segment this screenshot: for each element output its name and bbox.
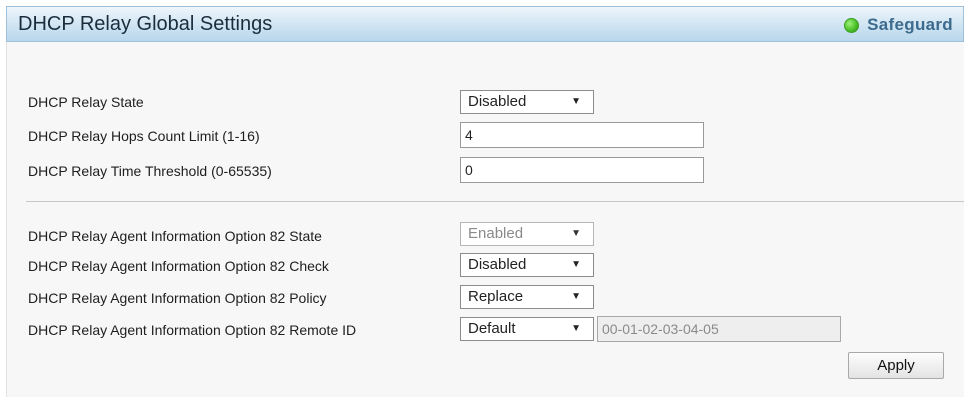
apply-button[interactable]: Apply bbox=[848, 352, 944, 379]
time-threshold-input[interactable]: 0 bbox=[460, 157, 704, 183]
safeguard-indicator: Safeguard bbox=[844, 15, 953, 35]
remote-id-mac-input[interactable]: 00-01-02-03-04-05 bbox=[597, 316, 841, 342]
page-title: DHCP Relay Global Settings bbox=[18, 13, 273, 35]
option82-remote-id-value: Default bbox=[468, 320, 516, 337]
option82-state-select[interactable]: Enabled ▼ bbox=[460, 222, 594, 246]
chevron-down-icon: ▼ bbox=[571, 96, 581, 107]
relay-state-label: DHCP Relay State bbox=[28, 94, 144, 110]
option82-policy-label: DHCP Relay Agent Information Option 82 P… bbox=[28, 290, 327, 306]
relay-state-value: Disabled bbox=[468, 93, 527, 110]
page-header: DHCP Relay Global Settings Safeguard bbox=[6, 6, 964, 42]
relay-state-select[interactable]: Disabled ▼ bbox=[460, 90, 594, 114]
option82-remote-id-select[interactable]: Default ▼ bbox=[460, 317, 594, 341]
hops-count-label: DHCP Relay Hops Count Limit (1-16) bbox=[28, 128, 260, 144]
safeguard-label: Safeguard bbox=[867, 15, 953, 34]
chevron-down-icon: ▼ bbox=[571, 323, 581, 334]
option82-state-label: DHCP Relay Agent Information Option 82 S… bbox=[28, 228, 322, 244]
chevron-down-icon: ▼ bbox=[571, 228, 581, 239]
safeguard-status-icon bbox=[844, 17, 860, 33]
section-divider bbox=[26, 201, 964, 202]
hops-count-input[interactable]: 4 bbox=[460, 122, 704, 148]
option82-state-value: Enabled bbox=[468, 225, 524, 242]
option82-check-select[interactable]: Disabled ▼ bbox=[460, 253, 594, 277]
option82-policy-value: Replace bbox=[468, 288, 524, 305]
chevron-down-icon: ▼ bbox=[571, 291, 581, 302]
chevron-down-icon: ▼ bbox=[571, 259, 581, 270]
option82-check-label: DHCP Relay Agent Information Option 82 C… bbox=[28, 258, 329, 274]
time-threshold-label: DHCP Relay Time Threshold (0-65535) bbox=[28, 163, 272, 179]
option82-check-value: Disabled bbox=[468, 256, 527, 273]
option82-policy-select[interactable]: Replace ▼ bbox=[460, 285, 594, 309]
option82-remote-id-label: DHCP Relay Agent Information Option 82 R… bbox=[28, 322, 357, 338]
